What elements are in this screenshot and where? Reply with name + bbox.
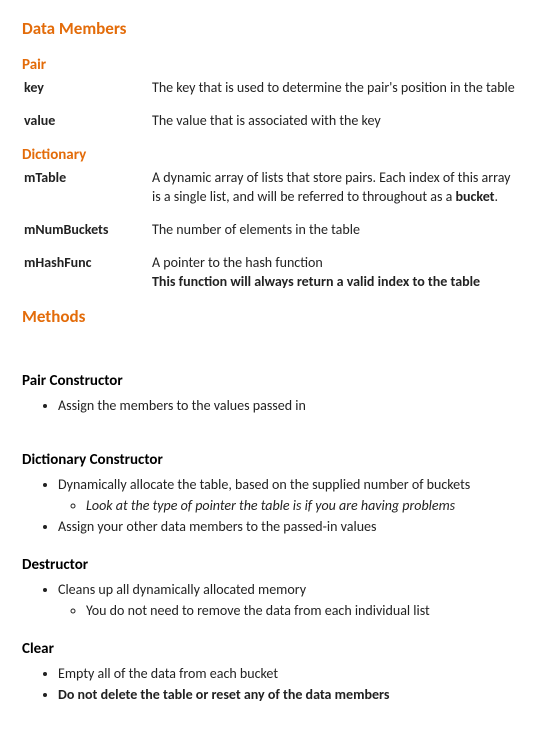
desc-text-bold: bucket (455, 188, 494, 205)
member-desc: The number of elements in the table (152, 221, 525, 240)
list-item: You do not need to remove the data from … (86, 602, 525, 621)
method-bullets-destructor: Cleans up all dynamically allocated memo… (22, 581, 525, 621)
member-row-mhashfunc: mHashFunc A pointer to the hash function… (22, 254, 525, 292)
member-desc: A dynamic array of lists that store pair… (152, 169, 525, 207)
member-desc: A pointer to the hash function This func… (152, 254, 525, 292)
sub-bullets: You do not need to remove the data from … (58, 602, 525, 621)
section-title-data-members: Data Members (22, 18, 525, 41)
member-row-mtable: mTable A dynamic array of lists that sto… (22, 169, 525, 207)
list-item: Look at the type of pointer the table is… (86, 497, 525, 516)
member-desc: The value that is associated with the ke… (152, 112, 525, 131)
method-title-dictionary-constructor: Dictionary Constructor (22, 450, 525, 470)
desc-line2: This function will always return a valid… (152, 273, 521, 292)
member-name: key (22, 79, 152, 98)
list-item: Dynamically allocate the table, based on… (58, 476, 525, 516)
method-bullets-dictionary-constructor: Dynamically allocate the table, based on… (22, 476, 525, 537)
bullet-text: Dynamically allocate the table, based on… (58, 476, 470, 493)
member-name: mHashFunc (22, 254, 152, 292)
desc-line1: A pointer to the hash function (152, 254, 521, 273)
method-title-pair-constructor: Pair Constructor (22, 371, 525, 391)
method-title-destructor: Destructor (22, 555, 525, 575)
bullet-text: Cleans up all dynamically allocated memo… (58, 581, 306, 598)
list-item: Empty all of the data from each bucket (58, 665, 525, 684)
section-title-methods: Methods (22, 306, 525, 329)
member-row-value: value The value that is associated with … (22, 112, 525, 131)
list-item: Assign your other data members to the pa… (58, 518, 525, 537)
list-item: Assign the members to the values passed … (58, 397, 525, 416)
method-bullets-pair-constructor: Assign the members to the values passed … (22, 397, 525, 416)
list-item: Cleans up all dynamically allocated memo… (58, 581, 525, 621)
desc-text-post: . (495, 188, 499, 205)
member-row-mnumbuckets: mNumBuckets The number of elements in th… (22, 221, 525, 240)
method-bullets-clear: Empty all of the data from each bucket D… (22, 665, 525, 705)
member-desc: The key that is used to determine the pa… (152, 79, 525, 98)
subsection-title-dictionary: Dictionary (22, 145, 525, 165)
member-name: value (22, 112, 152, 131)
member-name: mNumBuckets (22, 221, 152, 240)
member-row-key: key The key that is used to determine th… (22, 79, 525, 98)
sub-bullets: Look at the type of pointer the table is… (58, 497, 525, 516)
list-item: Do not delete the table or reset any of … (58, 686, 525, 705)
member-name: mTable (22, 169, 152, 207)
method-title-clear: Clear (22, 639, 525, 659)
subsection-title-pair: Pair (22, 55, 525, 75)
